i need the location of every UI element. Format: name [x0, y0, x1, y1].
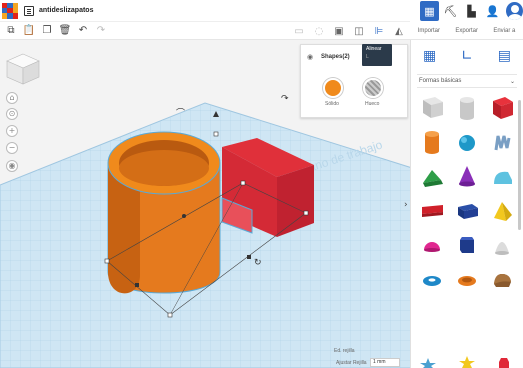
rotate-handle-icon: ↷ — [281, 93, 289, 103]
view-switcher: ▦ ⛏ ▙ 👤 — [410, 0, 523, 22]
snap-grid-select[interactable]: 1 mm — [370, 358, 400, 367]
tooltip-text: Alinear — [366, 46, 382, 52]
view-cube[interactable] — [5, 52, 41, 86]
add-user-icon[interactable]: 👤 — [483, 1, 502, 21]
mirror-icon[interactable]: ◭ — [392, 24, 406, 38]
undo-icon[interactable]: ↶ — [76, 24, 90, 38]
ruler-icon[interactable]: ∟ — [459, 48, 475, 64]
orange-cylinder — [107, 131, 221, 294]
selection-handle — [135, 283, 139, 287]
edit-toolbar: ⧉ 📋 ❐ 🗑 ↶ ↷ ▭ ◌ ▣ ◫ ⊫ ◭ — [0, 22, 410, 40]
3d-design-view-icon[interactable]: ▦ — [420, 1, 439, 21]
sphere-shape[interactable] — [450, 126, 485, 160]
note-icon[interactable]: ▭ — [292, 24, 306, 38]
hole-label: Hueco — [365, 101, 380, 107]
inspector-title: Shapes(2) — [321, 54, 350, 60]
shape-generator-shape[interactable] — [485, 262, 520, 296]
selection-handle — [104, 258, 110, 264]
snap-grid-label: Ajustar Rejilla — [336, 360, 367, 366]
align-icon[interactable]: ⊫ — [372, 24, 386, 38]
design-list-icon[interactable] — [24, 5, 34, 16]
rotate-handle-icon: ⌒ — [176, 108, 185, 118]
rotate-handle-icon: ↻ — [254, 257, 262, 267]
edit-grid-link[interactable]: Ed. rejilla — [334, 348, 355, 354]
shape-library-panel: ▦ ∟ ▤ Formas básicas ⌄ — [410, 40, 523, 368]
tube-shape[interactable] — [450, 262, 485, 296]
library-scrollbar[interactable] — [518, 100, 521, 230]
workplane-grid-icon[interactable]: ▦ — [422, 48, 438, 64]
star-shape-partial[interactable] — [411, 354, 523, 368]
collapse-panel-icon[interactable]: › — [404, 200, 408, 210]
align-tooltip: Alinear L — [362, 44, 392, 66]
delete-icon[interactable]: 🗑 — [58, 24, 72, 38]
home-view-icon[interactable]: ⌂ — [6, 92, 18, 104]
avatar[interactable] — [505, 2, 523, 20]
export-button[interactable]: Exportar — [455, 28, 478, 34]
cone-shape[interactable] — [450, 160, 485, 194]
tooltip-shortcut: L — [366, 54, 369, 60]
notes-icon[interactable]: ▤ — [496, 48, 512, 64]
bricks-view-icon[interactable]: ▙ — [462, 1, 481, 21]
torus-shape[interactable] — [415, 262, 450, 296]
chevron-down-icon: ⌄ — [509, 78, 515, 85]
half-sphere-shape[interactable] — [415, 228, 450, 262]
zoom-in-icon[interactable]: + — [6, 125, 18, 137]
category-label: Formas básicas — [419, 78, 462, 84]
solid-label: Sólido — [325, 101, 339, 107]
roof-shape[interactable] — [415, 160, 450, 194]
shape-grid — [411, 88, 523, 296]
perspective-icon[interactable]: ◉ — [6, 160, 18, 172]
copy-icon[interactable]: ⧉ — [4, 24, 18, 38]
cylinder-shape[interactable] — [415, 126, 450, 160]
selection-handle — [167, 312, 173, 318]
cylinder-hole-shape[interactable] — [450, 92, 485, 126]
paraboloid-shape[interactable] — [485, 228, 520, 262]
box-shape[interactable] — [485, 92, 520, 126]
import-button[interactable]: Importar — [418, 28, 440, 34]
scribble-shape[interactable] — [485, 126, 520, 160]
fit-view-icon[interactable]: ⊙ — [6, 108, 18, 120]
text-shape[interactable] — [415, 194, 450, 228]
shape-category-select[interactable]: Formas básicas ⌄ — [417, 74, 517, 88]
title-bar: antideslizapatos — [0, 0, 410, 22]
group-icon[interactable]: ▣ — [332, 24, 346, 38]
duplicate-icon[interactable]: ❐ — [40, 24, 54, 38]
box-hole-shape[interactable] — [415, 92, 450, 126]
send-to-button[interactable]: Enviar a — [493, 28, 515, 34]
light-bulb-icon[interactable]: ◌ — [312, 24, 326, 38]
solid-swatch[interactable] — [323, 78, 343, 98]
polygon-shape[interactable] — [450, 228, 485, 262]
prism-shape[interactable] — [450, 194, 485, 228]
document-title[interactable]: antideslizapatos — [39, 7, 93, 14]
blocks-view-icon[interactable]: ⛏ — [441, 1, 460, 21]
redo-icon[interactable]: ↷ — [94, 24, 108, 38]
selection-handle — [240, 180, 246, 186]
file-actions: Importar Exportar Enviar a — [410, 22, 523, 40]
eye-icon[interactable]: ◉ — [307, 53, 313, 61]
tinkercad-logo[interactable] — [2, 2, 18, 19]
selection-handle — [247, 255, 251, 259]
ungroup-icon[interactable]: ◫ — [352, 24, 366, 38]
selection-handle — [213, 131, 219, 137]
zoom-out-icon[interactable]: − — [6, 142, 18, 154]
hole-swatch[interactable] — [363, 78, 383, 98]
paste-icon[interactable]: 📋 — [22, 24, 36, 38]
selection-handle — [303, 210, 309, 216]
workplane-canvas[interactable]: Plano de trabajo ↻ ⌒ ↷ ⌂ ⊙ + − ◉ ◉ Shape… — [0, 40, 410, 368]
round-roof-shape[interactable] — [485, 160, 520, 194]
pyramid-shape[interactable] — [485, 194, 520, 228]
